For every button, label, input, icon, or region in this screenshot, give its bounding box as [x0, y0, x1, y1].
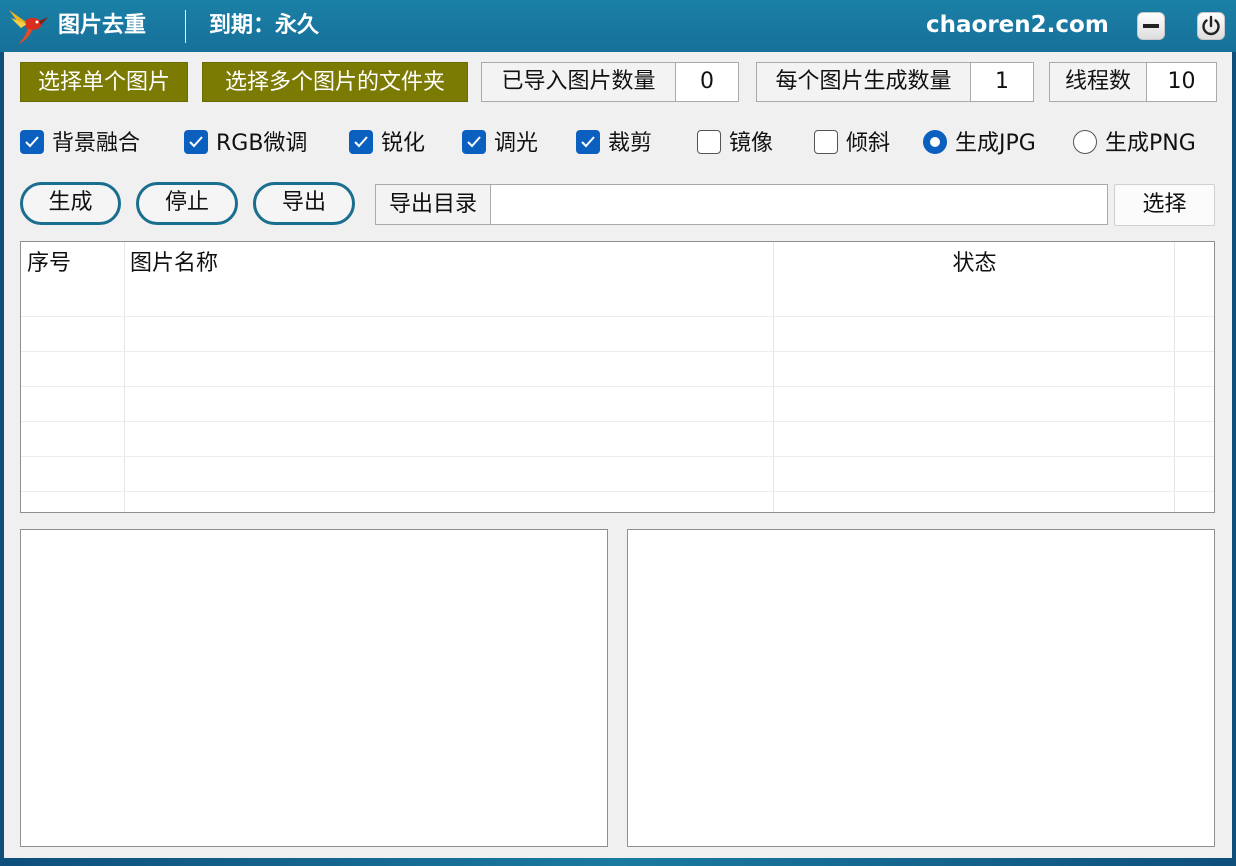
title-bar: 图片去重 到期：永久 chaoren2.com [0, 0, 1236, 52]
threads-input[interactable]: 10 [1146, 62, 1217, 102]
column-header-index[interactable]: 序号 [27, 242, 71, 286]
column-divider [124, 242, 125, 512]
rgb-tune-checkbox[interactable]: RGB微调 [184, 129, 307, 159]
main-panel: 选择单个图片 选择多个图片的文件夹 已导入图片数量 0 每个图片生成数量 1 线… [4, 52, 1232, 858]
choose-dir-button[interactable]: 选择 [1114, 184, 1215, 226]
crop-label: 裁剪 [608, 131, 653, 156]
jpg-label: 生成JPG [955, 131, 1036, 156]
generate-button[interactable]: 生成 [20, 182, 121, 225]
png-radio[interactable]: 生成PNG [1073, 129, 1196, 159]
tilt-checkbox[interactable]: 倾斜 [814, 129, 890, 159]
checkbox-checked-icon [462, 130, 486, 154]
mirror-label: 镜像 [729, 131, 774, 156]
sharpen-checkbox[interactable]: 锐化 [349, 129, 425, 159]
rgb-tune-label: RGB微调 [216, 131, 308, 156]
app-title: 图片去重 [58, 13, 147, 38]
sharpen-label: 锐化 [381, 131, 426, 156]
original-image-preview [20, 529, 608, 847]
row-divider [21, 386, 1214, 387]
select-folder-button[interactable]: 选择多个图片的文件夹 [202, 62, 468, 102]
checkbox-unchecked-icon [697, 130, 721, 154]
radio-selected-icon [923, 130, 947, 154]
png-label: 生成PNG [1105, 131, 1196, 156]
row-divider [21, 351, 1214, 352]
export-button[interactable]: 导出 [253, 182, 355, 225]
checkbox-checked-icon [349, 130, 373, 154]
row-divider [21, 456, 1214, 457]
generated-image-preview [627, 529, 1215, 847]
imported-count-value: 0 [675, 62, 739, 102]
export-dir-label: 导出目录 [375, 184, 491, 225]
power-button[interactable] [1197, 12, 1225, 40]
imported-count-label: 已导入图片数量 [481, 62, 676, 102]
hummingbird-logo-icon [9, 10, 48, 44]
checkbox-checked-icon [20, 130, 44, 154]
checkbox-checked-icon [576, 130, 600, 154]
mirror-checkbox[interactable]: 镜像 [697, 129, 773, 159]
minimize-button[interactable] [1137, 12, 1165, 40]
checkbox-checked-icon [184, 130, 208, 154]
light-checkbox[interactable]: 调光 [462, 129, 538, 159]
select-single-image-button[interactable]: 选择单个图片 [20, 62, 188, 102]
column-divider [1174, 242, 1175, 512]
crop-checkbox[interactable]: 裁剪 [576, 129, 652, 159]
file-table[interactable]: 序号 图片名称 状态 [20, 241, 1215, 513]
column-header-name[interactable]: 图片名称 [130, 242, 218, 286]
stop-button[interactable]: 停止 [136, 182, 238, 225]
threads-label: 线程数 [1049, 62, 1147, 102]
bg-blend-checkbox[interactable]: 背景融合 [20, 129, 140, 159]
export-dir-input[interactable] [490, 184, 1108, 225]
light-label: 调光 [494, 131, 539, 156]
jpg-radio[interactable]: 生成JPG [923, 129, 1036, 159]
per-image-count-label: 每个图片生成数量 [756, 62, 971, 102]
license-expiry: 到期：永久 [209, 13, 320, 38]
tilt-label: 倾斜 [846, 131, 891, 156]
checkbox-unchecked-icon [814, 130, 838, 154]
power-icon [1202, 15, 1220, 36]
title-divider [185, 10, 186, 43]
site-link[interactable]: chaoren2.com [926, 11, 1109, 39]
radio-unselected-icon [1073, 130, 1097, 154]
row-divider [21, 421, 1214, 422]
minimize-icon [1143, 24, 1159, 28]
row-divider [21, 491, 1214, 492]
column-header-status[interactable]: 状态 [774, 242, 1175, 286]
column-divider [773, 242, 774, 512]
row-divider [21, 316, 1214, 317]
per-image-count-input[interactable]: 1 [970, 62, 1034, 102]
bg-blend-label: 背景融合 [52, 131, 141, 156]
